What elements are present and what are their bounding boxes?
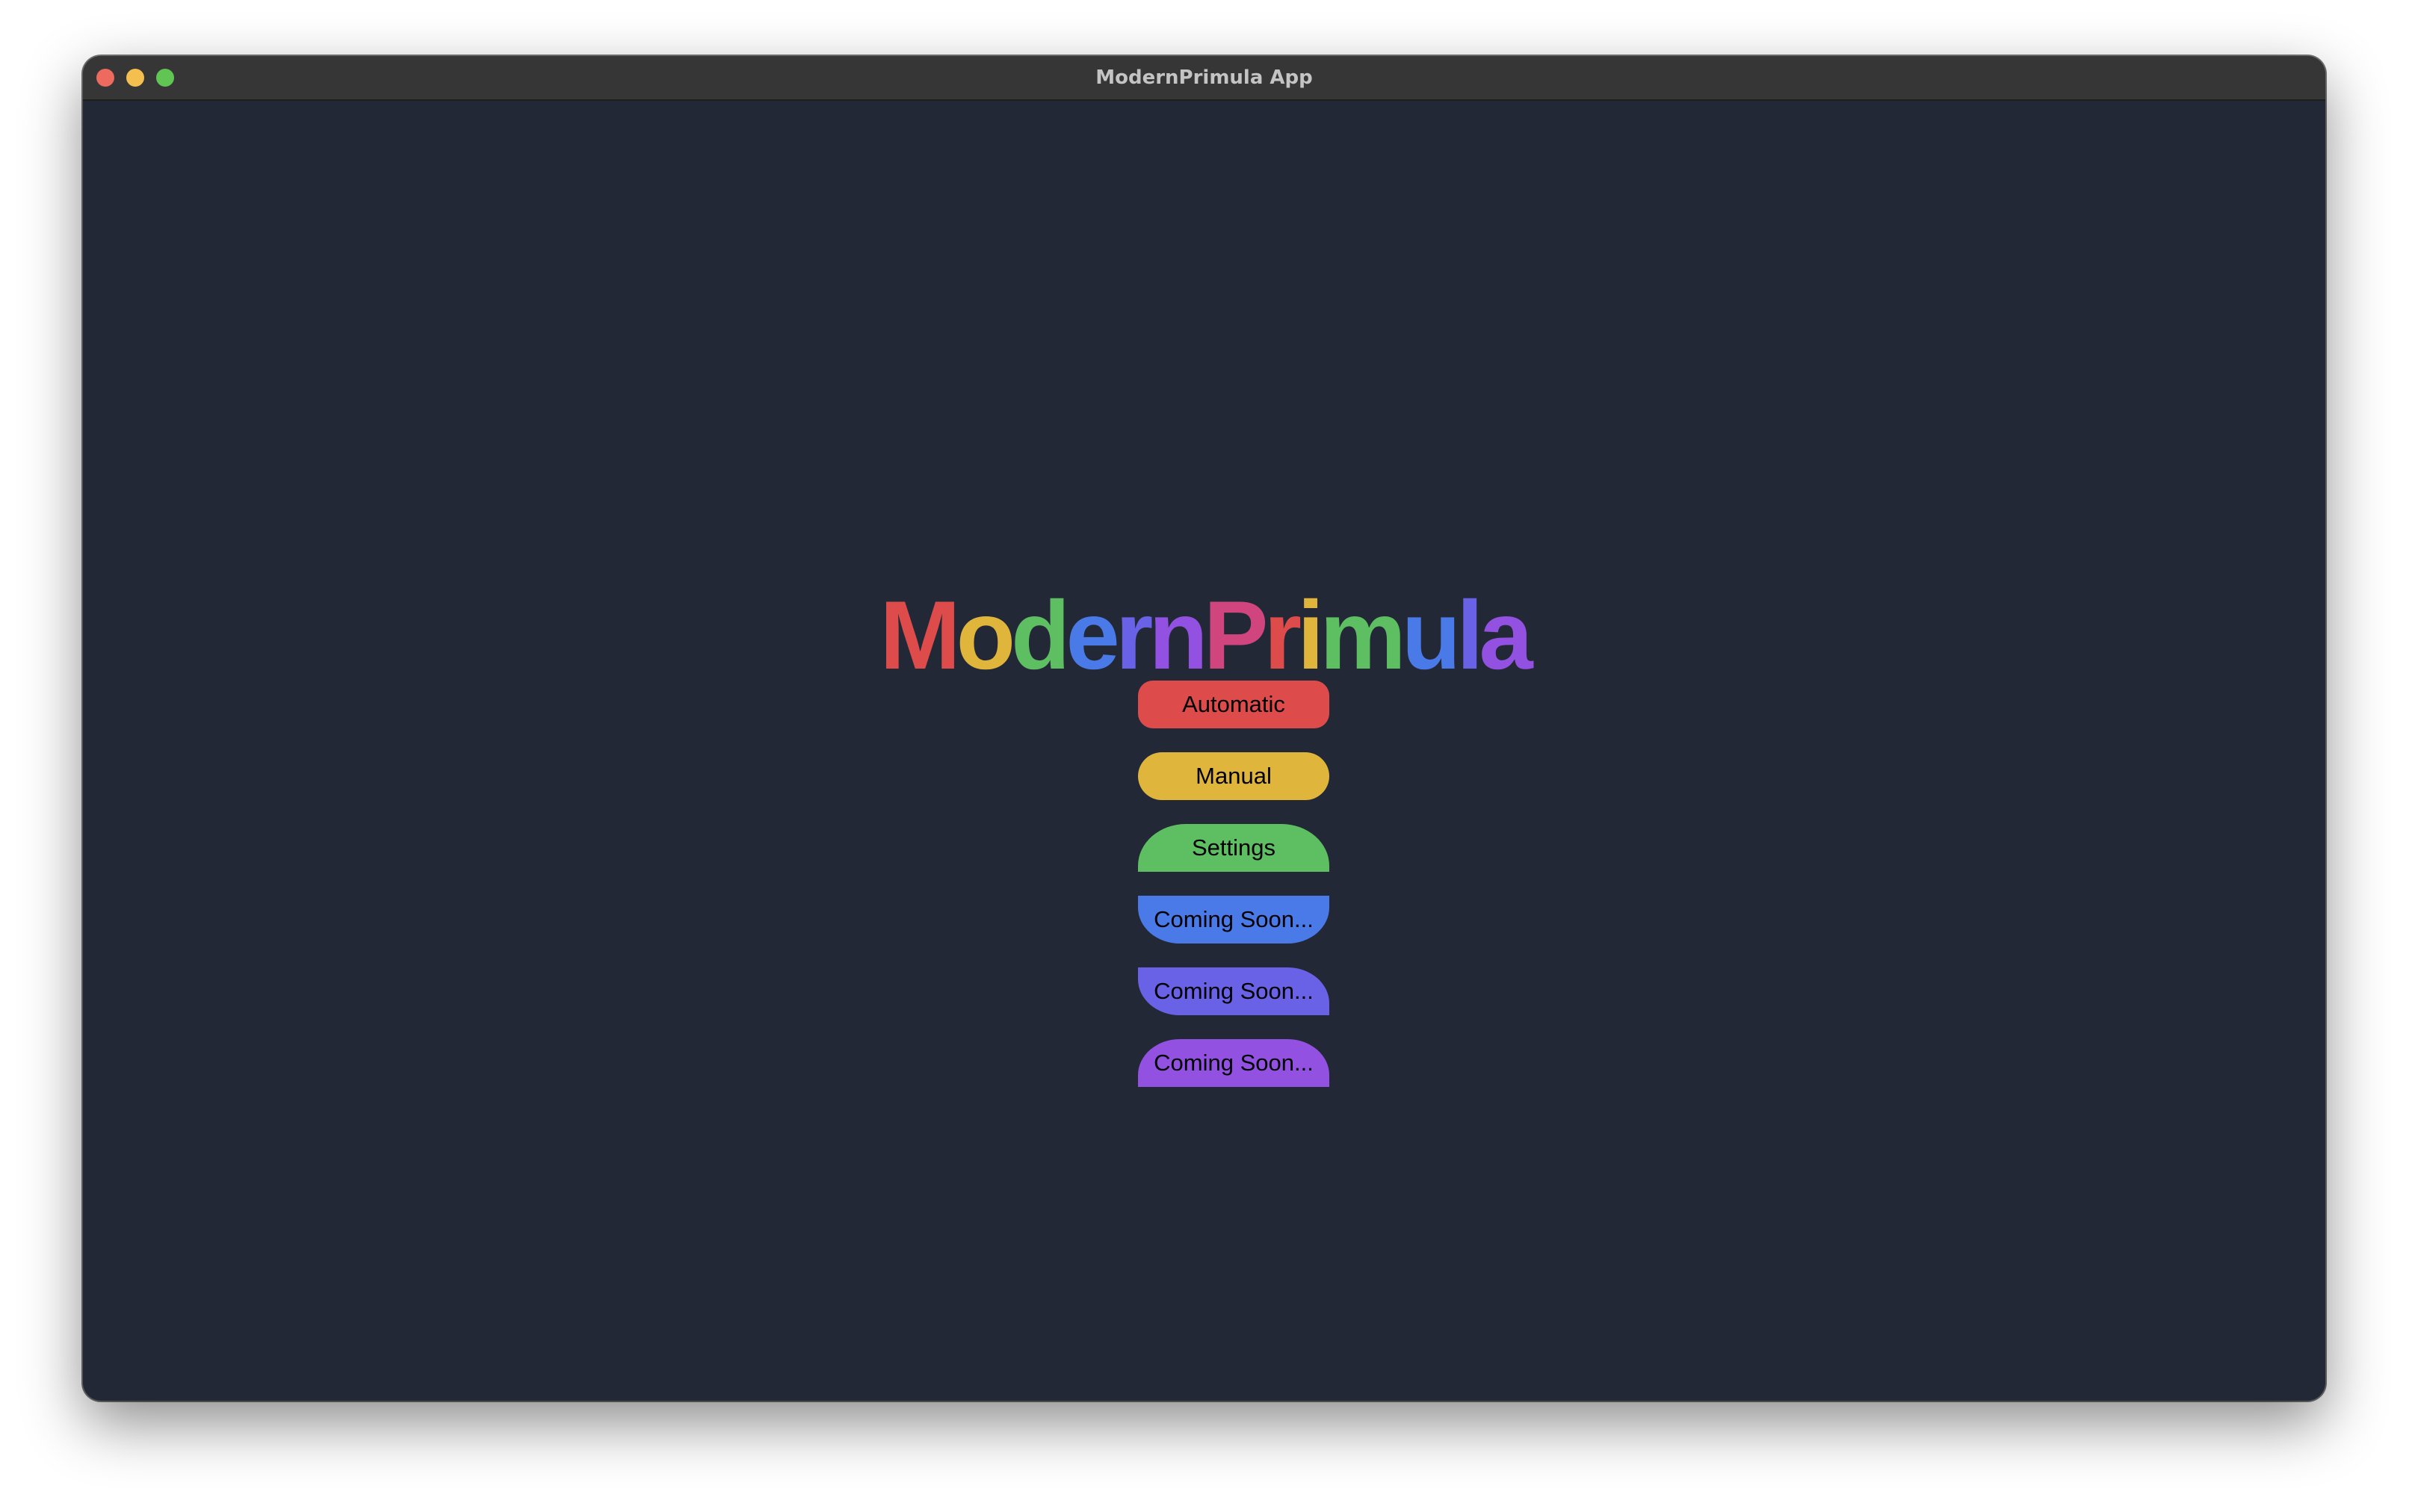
coming-soon-button-2[interactable]: Coming Soon... bbox=[1138, 967, 1329, 1015]
title-bar[interactable]: ModernPrimula App bbox=[83, 56, 2325, 101]
logo-letter: r bbox=[1264, 580, 1302, 690]
settings-button[interactable]: Settings bbox=[1138, 824, 1329, 872]
app-logo: ModernPrimula bbox=[83, 583, 2325, 687]
coming-soon-button-3[interactable]: Coming Soon... bbox=[1138, 1039, 1329, 1087]
window-title: ModernPrimula App bbox=[1095, 66, 1313, 89]
manual-button[interactable]: Manual bbox=[1138, 752, 1329, 800]
logo-letter: e bbox=[1066, 580, 1119, 690]
logo-letter: a bbox=[1479, 580, 1533, 690]
logo-letter: o bbox=[956, 580, 1015, 690]
logo-letter: r bbox=[1115, 580, 1154, 690]
coming-soon-button-1[interactable]: Coming Soon... bbox=[1138, 896, 1329, 944]
main-content: ModernPrimula Automatic Manual Settings … bbox=[83, 101, 2325, 1401]
main-menu: Automatic Manual Settings Coming Soon...… bbox=[1138, 681, 1329, 1111]
logo-letter: d bbox=[1011, 580, 1070, 690]
logo-letter: m bbox=[1320, 580, 1406, 690]
logo-letter: i bbox=[1297, 580, 1324, 690]
logo-letter: n bbox=[1148, 580, 1207, 690]
logo-letter: l bbox=[1456, 580, 1483, 690]
app-window: ModernPrimula App ModernPrimula Automati… bbox=[83, 56, 2325, 1401]
logo-letter: M bbox=[879, 580, 960, 690]
logo-letter: P bbox=[1203, 580, 1269, 690]
automatic-button[interactable]: Automatic bbox=[1138, 681, 1329, 728]
logo-letter: u bbox=[1401, 580, 1461, 690]
